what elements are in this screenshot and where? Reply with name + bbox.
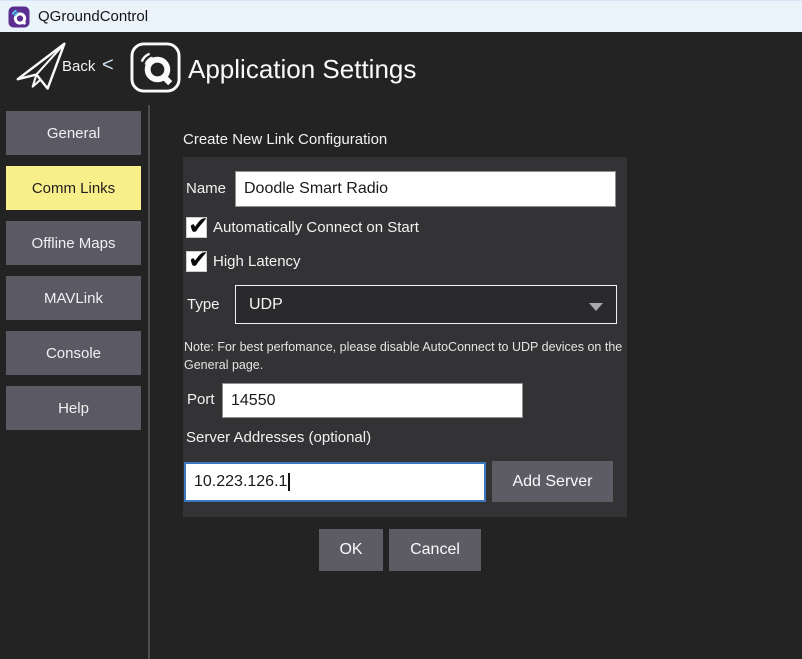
window-titlebar: QGroundControl [0, 0, 802, 32]
ok-button[interactable]: OK [319, 529, 383, 571]
auto-connect-checkbox-row[interactable]: ✔ Automatically Connect on Start [186, 217, 419, 238]
port-input[interactable] [222, 383, 523, 418]
checkbox-checked-icon[interactable]: ✔ [186, 217, 207, 238]
sidebar-item-console[interactable]: Console [6, 331, 141, 375]
auto-connect-label: Automatically Connect on Start [213, 219, 419, 236]
high-latency-label: High Latency [213, 253, 301, 270]
application-window: Back < Application Settings General Comm… [0, 32, 802, 659]
cancel-button[interactable]: Cancel [389, 529, 481, 571]
add-server-button[interactable]: Add Server [492, 461, 613, 502]
text-cursor [288, 473, 290, 491]
high-latency-checkbox-row[interactable]: ✔ High Latency [186, 251, 301, 272]
type-dropdown[interactable]: UDP [235, 285, 617, 324]
sidebar-scrollbar[interactable] [148, 105, 150, 659]
dropdown-arrow-icon [589, 303, 603, 311]
sidebar-item-offline-maps[interactable]: Offline Maps [6, 221, 141, 265]
port-label: Port [187, 391, 215, 408]
server-addresses-label: Server Addresses (optional) [186, 429, 371, 446]
type-label: Type [187, 296, 220, 313]
sidebar-item-comm-links[interactable]: Comm Links [6, 166, 141, 210]
qgroundcontrol-app-icon [8, 6, 30, 28]
server-address-input[interactable]: 10.223.126.1 [184, 462, 486, 502]
checkbox-checked-icon[interactable]: ✔ [186, 251, 207, 272]
name-input[interactable] [235, 171, 616, 207]
sidebar-item-help[interactable]: Help [6, 386, 141, 430]
type-dropdown-value: UDP [249, 296, 283, 314]
sidebar-item-general[interactable]: General [6, 111, 141, 155]
sidebar-item-mavlink[interactable]: MAVLink [6, 276, 141, 320]
page-title: Application Settings [188, 54, 416, 85]
section-title: Create New Link Configuration [183, 131, 387, 148]
name-label: Name [186, 180, 226, 197]
link-configuration-panel: Name ✔ Automatically Connect on Start ✔ … [183, 157, 627, 517]
udp-note-text: Note: For best perfomance, please disabl… [184, 338, 627, 374]
qgc-logo-icon [130, 42, 181, 93]
server-address-value: 10.223.126.1 [194, 473, 287, 491]
back-button[interactable]: Back [62, 58, 95, 75]
back-chevron-icon[interactable]: < [102, 54, 114, 77]
window-title: QGroundControl [38, 8, 148, 25]
